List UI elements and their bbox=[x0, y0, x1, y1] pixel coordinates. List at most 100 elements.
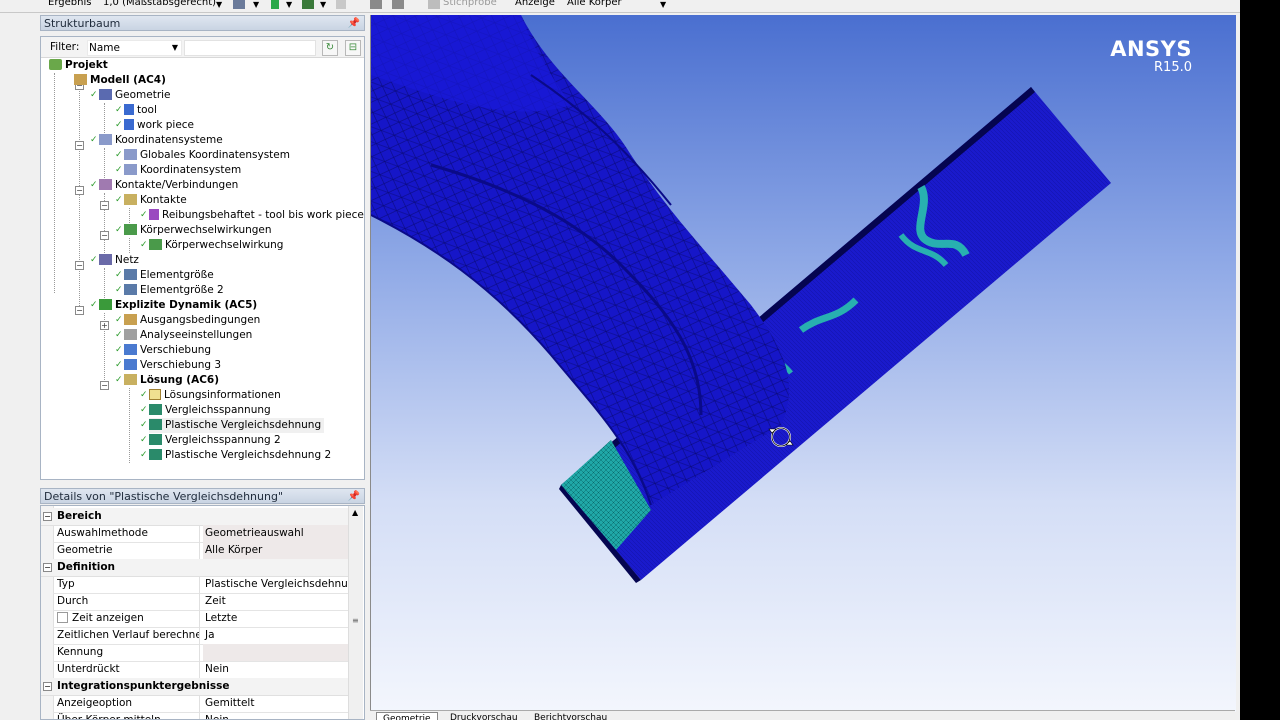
tree-node-cs[interactable]: ✓ Koordinatensystem bbox=[115, 163, 241, 178]
tree-node-connections[interactable]: ✓ Kontakte/Verbindungen bbox=[90, 178, 238, 193]
tree-node-displacement-3[interactable]: ✓ Verschiebung 3 bbox=[115, 358, 221, 373]
details-row[interactable]: Unterdrückt Nein bbox=[53, 661, 348, 679]
refresh-icon[interactable]: ↻ bbox=[322, 40, 338, 56]
logo-version: R15.0 bbox=[1154, 60, 1192, 75]
tab-report-preview[interactable]: Berichtvorschau bbox=[528, 712, 613, 720]
details-row[interactable]: Geometrie Alle Körper bbox=[53, 542, 350, 560]
tree-node-equivalent-stress-2[interactable]: ✓ Vergleichsspannung 2 bbox=[140, 433, 281, 448]
collapse-toggle[interactable]: − bbox=[100, 201, 109, 210]
scale-dropdown[interactable]: 1,0 (Maßstabsgerecht) bbox=[103, 0, 216, 8]
details-value[interactable]: Ja bbox=[203, 627, 350, 644]
filter-type-select[interactable]: Name ▼ bbox=[87, 40, 182, 56]
details-row[interactable]: Anzeigeoption Gemittelt bbox=[53, 695, 348, 713]
collapse-toggle[interactable]: − bbox=[100, 381, 109, 390]
tree-node-project[interactable]: Projekt bbox=[49, 58, 108, 73]
tree-node-work-piece[interactable]: ✓ work piece bbox=[115, 118, 194, 133]
details-row[interactable]: Über Körper mitteln Nein bbox=[53, 712, 350, 719]
tree-node-element-size-2[interactable]: ✓ Elementgröße 2 bbox=[115, 283, 224, 298]
tree-node-solution[interactable]: ✓ Lösung (AC6) bbox=[115, 373, 219, 388]
details-scrollbar[interactable]: ▲ ≡ bbox=[348, 506, 363, 719]
contour-icon[interactable] bbox=[302, 0, 314, 9]
chevron-down-icon[interactable]: ▼ bbox=[172, 41, 178, 55]
tree-node-element-size[interactable]: ✓ Elementgröße bbox=[115, 268, 214, 283]
result-icon bbox=[149, 418, 162, 430]
details-value[interactable]: Letzte bbox=[203, 610, 350, 627]
tree-node-analysis-settings[interactable]: ✓ Analyseeinstellungen bbox=[115, 328, 252, 343]
details-value[interactable]: Alle Körper bbox=[203, 542, 350, 559]
tree-node-mesh[interactable]: ✓ Netz bbox=[90, 253, 139, 268]
collapse-toggle[interactable]: − bbox=[100, 231, 109, 240]
probe-label[interactable]: Stichprobe bbox=[443, 0, 497, 8]
mesh-icon bbox=[99, 253, 112, 265]
details-row[interactable]: Durch Zeit bbox=[53, 593, 348, 611]
collapse-tree-icon[interactable]: ⊟ bbox=[345, 40, 361, 56]
collapse-toggle[interactable]: − bbox=[75, 261, 84, 270]
tree-node-contact-pair[interactable]: ✓ Reibungsbehaftet - tool bis work piece bbox=[140, 208, 364, 223]
tree-node-body-interaction[interactable]: ✓ Körperwechselwirkung bbox=[140, 238, 283, 253]
graphics-viewport[interactable]: ANSYS R15.0 bbox=[370, 15, 1236, 712]
details-key: Zeit anzeigen bbox=[57, 610, 200, 627]
collapse-toggle[interactable]: − bbox=[75, 141, 84, 150]
tree-node-body-interactions[interactable]: ✓ Körperwechselwirkungen bbox=[115, 223, 272, 238]
details-value[interactable] bbox=[203, 644, 350, 661]
tree-node-model[interactable]: Modell (AC4) bbox=[74, 73, 166, 88]
expand-toggle[interactable]: + bbox=[100, 321, 109, 330]
probe-icon[interactable] bbox=[428, 0, 440, 9]
details-group-definition[interactable]: − Definition bbox=[41, 559, 348, 577]
legend-icon[interactable] bbox=[271, 0, 279, 9]
tree-node-displacement[interactable]: ✓ Verschiebung bbox=[115, 343, 211, 358]
tree-node-plastic-strain[interactable]: ✓ Plastische Vergleichsdehnung bbox=[140, 418, 325, 433]
details-row[interactable]: Kennung bbox=[53, 644, 350, 662]
collapse-toggle[interactable]: − bbox=[75, 186, 84, 195]
connections-icon bbox=[99, 178, 112, 190]
tree-node-initial-conditions[interactable]: ✓ Ausgangsbedingungen bbox=[115, 313, 260, 328]
details-row[interactable]: Typ Plastische Vergleichsdehnu... bbox=[53, 576, 350, 594]
group-label: Definition bbox=[57, 561, 116, 573]
chevron-down-icon[interactable]: ▼ bbox=[286, 0, 292, 9]
tree-node-label: Reibungsbehaftet - tool bis work piece bbox=[162, 209, 364, 221]
tab-print-preview[interactable]: Druckvorschau bbox=[444, 712, 524, 720]
pin-icon[interactable]: 📌 bbox=[348, 489, 360, 505]
tree-node-geometry[interactable]: ✓ Geometrie bbox=[90, 88, 171, 103]
tree-node-contacts[interactable]: ✓ Kontakte bbox=[115, 193, 187, 208]
details-value[interactable]: Plastische Vergleichsdehnu... bbox=[203, 576, 350, 593]
tree-panel-header: Strukturbaum 📌 bbox=[40, 15, 365, 31]
tree-node-global-cs[interactable]: ✓ Globales Koordinatensystem bbox=[115, 148, 290, 163]
arrow-icon[interactable] bbox=[336, 0, 346, 9]
tree-node-equivalent-stress[interactable]: ✓ Vergleichsspannung bbox=[140, 403, 271, 418]
tree-node-coordinate-systems[interactable]: ✓ Koordinatensysteme bbox=[90, 133, 223, 148]
probe-tool-icon[interactable] bbox=[370, 0, 382, 9]
details-row[interactable]: Zeitlichen Verlauf berechnen Ja bbox=[53, 627, 348, 645]
scroll-grip-icon[interactable]: ≡ bbox=[352, 616, 359, 625]
body-icon bbox=[124, 103, 134, 115]
tree-node-explicit-dynamics[interactable]: ✓ Explizite Dynamik (AC5) bbox=[90, 298, 257, 313]
chevron-down-icon[interactable]: ▼ bbox=[253, 0, 259, 9]
details-value[interactable]: Zeit bbox=[203, 593, 350, 610]
details-value[interactable]: Geometrieauswahl bbox=[203, 525, 350, 542]
details-group-integration-point[interactable]: − Integrationspunktergebnisse bbox=[41, 678, 348, 696]
collapse-toggle[interactable]: − bbox=[75, 306, 84, 315]
display-time-checkbox[interactable] bbox=[57, 611, 68, 623]
scroll-up-icon[interactable]: ▲ bbox=[352, 508, 358, 517]
tree-node-plastic-strain-2[interactable]: ✓ Plastische Vergleichsdehnung 2 bbox=[140, 448, 331, 463]
details-value[interactable]: Nein bbox=[203, 712, 350, 719]
details-value[interactable]: Nein bbox=[203, 661, 350, 678]
chevron-down-icon[interactable]: ▼ bbox=[216, 0, 222, 9]
details-value[interactable]: Gemittelt bbox=[203, 695, 350, 712]
tree-node-solution-info[interactable]: ✓ Lösungsinformationen bbox=[140, 388, 281, 403]
probe-tool-icon-2[interactable] bbox=[392, 0, 404, 9]
chevron-down-icon[interactable]: ▼ bbox=[320, 0, 326, 9]
coordinate-icon bbox=[124, 163, 137, 175]
details-row[interactable]: Auswahlmethode Geometrieauswahl bbox=[53, 525, 350, 543]
display-dropdown[interactable]: Alle Körper bbox=[567, 0, 622, 8]
geometry-icon bbox=[99, 88, 112, 100]
details-key-text: Zeit anzeigen bbox=[72, 612, 144, 624]
filter-text-input[interactable] bbox=[184, 40, 316, 56]
details-group-scope[interactable]: − Bereich bbox=[41, 508, 348, 526]
details-row[interactable]: Zeit anzeigen Letzte bbox=[53, 610, 348, 628]
pin-icon[interactable]: 📌 bbox=[348, 16, 360, 32]
tab-geometry[interactable]: Geometrie bbox=[376, 712, 438, 720]
tree-node-tool[interactable]: ✓ tool bbox=[115, 103, 157, 118]
body-view-icon[interactable] bbox=[233, 0, 245, 9]
chevron-down-icon[interactable]: ▼ bbox=[660, 0, 666, 9]
